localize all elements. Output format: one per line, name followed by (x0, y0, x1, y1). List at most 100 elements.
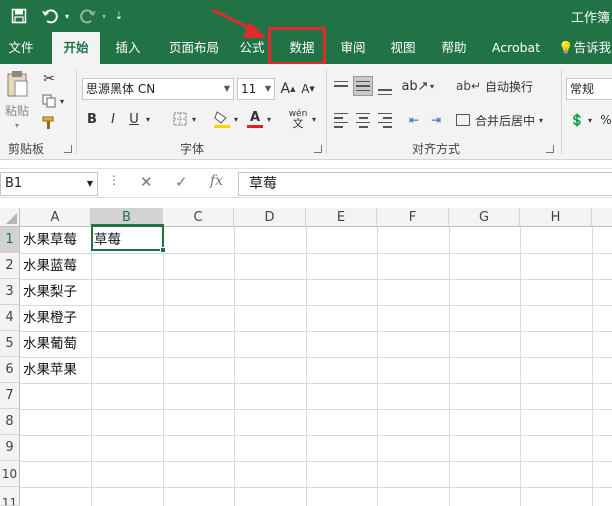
column-header-e[interactable]: E (306, 208, 377, 227)
redo-icon[interactable] (76, 6, 100, 26)
save-icon[interactable] (8, 6, 30, 26)
column-header-c[interactable]: C (163, 208, 234, 227)
orientation-dropdown-icon[interactable]: ▾ (428, 76, 436, 96)
underline-button[interactable]: U (126, 110, 142, 128)
number-format-combo[interactable]: 常规 (566, 78, 612, 100)
lightbulb-icon: 💡 (558, 40, 574, 55)
paste-button[interactable]: 粘贴 (4, 102, 30, 118)
annotation-arrow (212, 8, 267, 38)
row-header-3[interactable]: 3 (0, 279, 20, 305)
decrease-indent-icon[interactable]: ⇤ (404, 110, 424, 130)
align-center-icon[interactable] (353, 110, 373, 130)
italic-button[interactable]: I (105, 110, 121, 128)
name-box[interactable]: B1 ▼ (0, 172, 98, 196)
alignment-launcher-icon[interactable] (546, 145, 554, 153)
align-top-icon[interactable] (331, 76, 351, 96)
wrap-text-button[interactable]: ab↵ 自动换行 (456, 76, 536, 96)
gridline (592, 227, 593, 506)
shrink-font-icon[interactable]: A ▼ (299, 80, 317, 98)
cell-a5[interactable]: 水果葡萄 (20, 331, 91, 357)
customize-icon[interactable]: ⇣ (112, 6, 126, 26)
accounting-format-icon[interactable]: 💲 (568, 110, 586, 130)
orientation-icon[interactable]: ab↗ (401, 76, 428, 96)
tab-help[interactable]: 帮助 (434, 32, 474, 64)
column-header-i[interactable] (592, 208, 612, 227)
tab-tell-me[interactable]: 💡告诉我 (558, 32, 612, 64)
row-header-7[interactable]: 7 (0, 383, 20, 409)
alignment-group-label: 对齐方式 (412, 142, 461, 156)
confirm-entry-icon[interactable]: ✓ (175, 173, 188, 191)
gridline (20, 253, 612, 254)
cell-a4[interactable]: 水果橙子 (20, 305, 91, 331)
cell-a1[interactable]: 水果草莓 (20, 227, 91, 253)
gridline (20, 305, 612, 306)
tab-review[interactable]: 审阅 (333, 32, 373, 64)
font-color-dropdown-icon[interactable]: ▾ (265, 110, 273, 128)
row-header-5[interactable]: 5 (0, 331, 20, 357)
fill-color-icon[interactable] (212, 108, 232, 130)
increase-indent-icon[interactable]: ⇥ (426, 110, 446, 130)
percent-button[interactable]: % (600, 110, 612, 130)
column-header-h[interactable]: H (520, 208, 592, 227)
cell-a6[interactable]: 水果苹果 (20, 357, 91, 383)
copy-dropdown-icon[interactable]: ▾ (58, 94, 66, 108)
underline-dropdown-icon[interactable]: ▾ (144, 110, 152, 128)
tab-home[interactable]: 开始 (52, 32, 100, 64)
accounting-dropdown-icon[interactable]: ▾ (586, 110, 594, 130)
cell-a3[interactable]: 水果梨子 (20, 279, 91, 305)
column-header-g[interactable]: G (449, 208, 520, 227)
borders-dropdown-icon[interactable]: ▾ (190, 110, 198, 128)
tab-acrobat[interactable]: Acrobat (484, 32, 548, 64)
grow-font-icon[interactable]: A ▲ (279, 80, 297, 98)
align-right-icon[interactable] (375, 110, 395, 130)
tab-view[interactable]: 视图 (383, 32, 423, 64)
gridline (20, 357, 612, 358)
phonetic-dropdown-icon[interactable]: ▾ (310, 110, 318, 128)
cut-icon[interactable]: ✂ (40, 70, 58, 88)
align-left-icon[interactable] (331, 110, 351, 130)
align-bottom-icon[interactable] (375, 80, 395, 100)
font-color-icon[interactable]: A (245, 108, 265, 130)
row-header-11[interactable]: 11 (0, 487, 20, 506)
undo-icon[interactable] (38, 6, 62, 26)
cell-a2[interactable]: 水果蓝莓 (20, 253, 91, 279)
wrap-text-icon: ab↵ (456, 79, 482, 93)
row-header-8[interactable]: 8 (0, 409, 20, 435)
row-header-10[interactable]: 10 (0, 461, 20, 487)
copy-icon[interactable] (40, 92, 58, 110)
redo-dropdown-icon[interactable]: ▾ (100, 6, 108, 26)
select-all-corner[interactable] (0, 208, 20, 227)
row-header-9[interactable]: 9 (0, 435, 20, 461)
row-header-4[interactable]: 4 (0, 305, 20, 331)
fill-color-dropdown-icon[interactable]: ▾ (232, 110, 240, 128)
paste-dropdown-icon[interactable]: ▾ (10, 120, 24, 130)
paste-icon[interactable] (6, 70, 28, 98)
column-header-a[interactable]: A (20, 208, 91, 227)
spreadsheet-grid[interactable]: A B C D E F G H 1 2 3 4 5 6 7 8 9 10 11 … (0, 208, 612, 506)
gridline (377, 227, 378, 506)
row-header-2[interactable]: 2 (0, 253, 20, 279)
tab-insert[interactable]: 插入 (108, 32, 148, 64)
font-name-combo[interactable]: 思源黑体 CN ▼ (82, 78, 234, 100)
bold-button[interactable]: B (84, 110, 100, 128)
undo-dropdown-icon[interactable]: ▾ (62, 6, 72, 26)
font-launcher-icon[interactable] (314, 145, 322, 153)
clipboard-launcher-icon[interactable] (64, 145, 72, 153)
cancel-entry-icon[interactable]: ✕ (140, 173, 153, 191)
chevron-down-icon: ▼ (223, 84, 230, 93)
column-header-f[interactable]: F (377, 208, 449, 227)
row-header-1[interactable]: 1 (0, 227, 20, 253)
tab-file[interactable]: 文件 (0, 32, 42, 64)
align-middle-icon[interactable] (353, 76, 373, 96)
insert-function-icon[interactable]: fx (210, 173, 223, 189)
font-size-combo[interactable]: 11 ▼ (237, 78, 275, 100)
row-header-6[interactable]: 6 (0, 357, 20, 383)
format-painter-icon[interactable] (40, 114, 58, 132)
borders-icon[interactable] (170, 110, 190, 128)
gridline (20, 461, 612, 462)
merge-center-button[interactable]: 合并后居中 ▾ (456, 110, 548, 130)
column-header-d[interactable]: D (234, 208, 306, 227)
phonetic-guide-icon[interactable]: wén 文 (287, 108, 309, 130)
formula-input[interactable]: 草莓 (238, 172, 612, 196)
fill-handle[interactable] (160, 247, 166, 253)
